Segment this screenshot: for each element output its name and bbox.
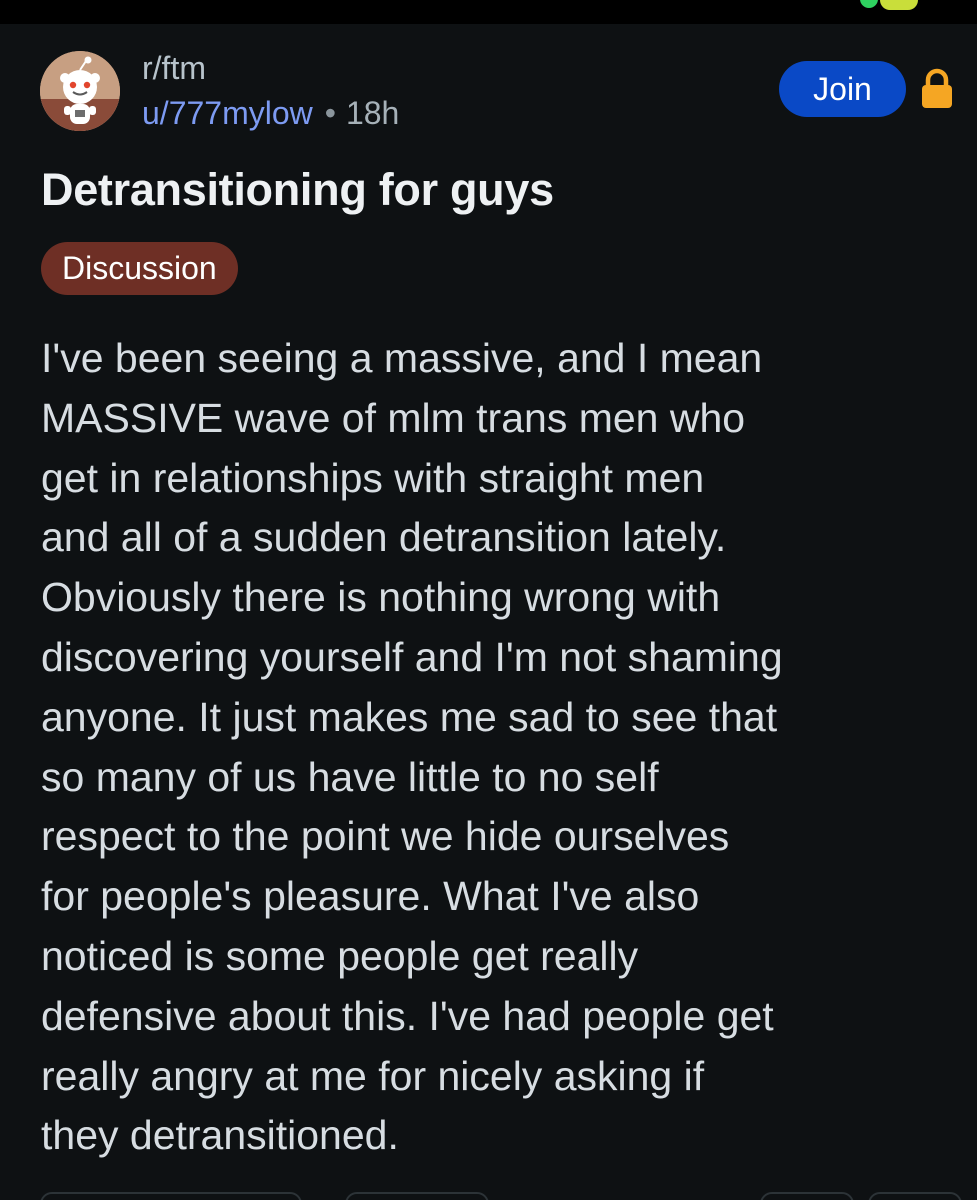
post-title[interactable]: Detransitioning for guys bbox=[41, 160, 554, 220]
post-flair[interactable]: Discussion bbox=[41, 242, 238, 295]
post-body-line: anyone. It just makes me sad to see that bbox=[41, 693, 778, 740]
vote-bar[interactable] bbox=[40, 1192, 302, 1200]
post-body-line: defensive about this. I've had people ge… bbox=[41, 992, 774, 1039]
subreddit-name[interactable]: r/ftm bbox=[142, 48, 206, 88]
join-button[interactable]: Join bbox=[779, 61, 906, 117]
post-body-line: I've been seeing a massive, and I mean bbox=[41, 335, 763, 381]
status-indicator-dot bbox=[860, 0, 878, 8]
post-body-line: so many of us have little to no self bbox=[41, 753, 659, 800]
post-body-line: discovering yourself and I'm not shaming bbox=[41, 633, 783, 680]
post-body-line: they detransitioned. bbox=[41, 1112, 399, 1159]
lock-icon bbox=[918, 68, 956, 110]
status-indicator-pill bbox=[880, 0, 918, 10]
post-body-line: noticed is some people get really bbox=[41, 932, 639, 979]
post-meta: u/777mylow • 18h bbox=[142, 93, 399, 133]
meta-separator: • bbox=[324, 95, 336, 131]
post-body-line: MASSIVE wave of mlm trans men who bbox=[41, 394, 746, 441]
post-body-line: for people's pleasure. What I've also bbox=[41, 873, 700, 920]
post-body: I've been seeing a massive, and I mean MA… bbox=[41, 329, 961, 1166]
post-body-line: Obviously there is nothing wrong with bbox=[41, 574, 721, 621]
share-button[interactable] bbox=[868, 1192, 962, 1200]
comments-button[interactable] bbox=[345, 1192, 489, 1200]
post-body-line: get in relationships with straight men bbox=[41, 454, 705, 501]
award-button[interactable] bbox=[760, 1192, 854, 1200]
post-body-line: really angry at me for nicely asking if bbox=[41, 1052, 705, 1099]
reddit-snoo-avatar-icon[interactable] bbox=[40, 51, 120, 131]
post-screen: r/ftm u/777mylow • 18h Join Detransitionin… bbox=[0, 0, 977, 1200]
status-bar bbox=[0, 0, 977, 24]
post-body-line: and all of a sudden detransition lately. bbox=[41, 514, 727, 561]
post-body-line: respect to the point we hide ourselves bbox=[41, 813, 730, 860]
post-age: 18h bbox=[345, 95, 400, 131]
author-username[interactable]: u/777mylow bbox=[142, 95, 313, 131]
